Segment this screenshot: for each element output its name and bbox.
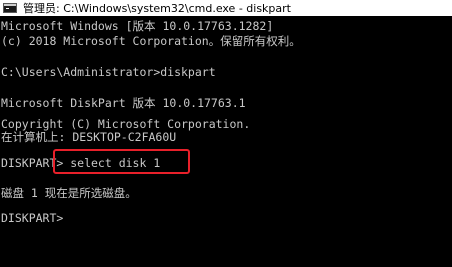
console-line-version: Microsoft Windows [版本 10.0.17763.1282] (1, 19, 274, 33)
console-line-selected-result: 磁盘 1 现在是所选磁盘。 (1, 186, 137, 200)
command-highlight-box (53, 149, 190, 174)
console-output[interactable]: Microsoft Windows [版本 10.0.17763.1282] (… (0, 16, 452, 267)
console-line-current-prompt: DISKPART> (1, 211, 64, 225)
window-title: 管理员: C:\Windows\system32\cmd.exe - diskp… (23, 2, 291, 15)
console-line-copyright: (c) 2018 Microsoft Corporation。保留所有权利。 (1, 34, 301, 48)
title-bar[interactable]: 管理员: C:\Windows\system32\cmd.exe - diskp… (0, 0, 452, 16)
cmd-window: 管理员: C:\Windows\system32\cmd.exe - diskp… (0, 0, 452, 267)
console-line-diskpart-copyright: Copyright (C) Microsoft Corporation. (1, 117, 251, 131)
console-line-diskpart-version: Microsoft DiskPart 版本 10.0.17763.1 (1, 96, 246, 110)
cmd-icon (3, 3, 17, 13)
console-line-computer-name: 在计算机上: DESKTOP-C2FA60U (1, 130, 177, 144)
console-line-prompt-diskpart: C:\Users\Administrator>diskpart (1, 65, 216, 79)
